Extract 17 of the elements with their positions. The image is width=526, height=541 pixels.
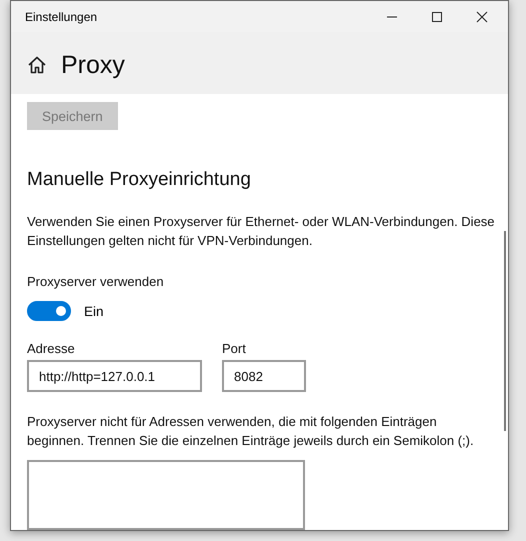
proxy-toggle[interactable]	[27, 301, 71, 322]
exceptions-field[interactable]	[27, 460, 305, 530]
address-label: Adresse	[27, 341, 76, 356]
section-title: Manuelle Proxyeinrichtung	[27, 169, 251, 192]
toggle-state: Ein	[84, 304, 104, 319]
section-description: Verwenden Sie einen Proxyserver für Ethernet- oder WLAN-Verbindungen. Diese Einstellungen gelten nicht für VPN-Verbindungen.	[27, 213, 496, 250]
port-field[interactable]: 8082	[222, 360, 306, 392]
page-title: Proxy	[61, 50, 125, 80]
toggle-label: Proxyserver verwenden	[27, 274, 164, 290]
close-icon[interactable]	[476, 10, 488, 22]
maximize-icon[interactable]	[431, 10, 443, 22]
port-label: Port	[222, 341, 247, 356]
window-title: Einstellungen	[25, 10, 98, 24]
exceptions-description: Proxyserver nicht für Adressen verwenden, die mit folgenden Einträgen beginnen. Trennen Sie die einzelnen Einträge jeweils durch ein Semikolon (;).	[27, 413, 475, 450]
address-field[interactable]: http://http=127.0.0.1	[27, 360, 202, 392]
home-icon[interactable]	[27, 55, 47, 75]
scrollbar[interactable]	[504, 231, 506, 431]
